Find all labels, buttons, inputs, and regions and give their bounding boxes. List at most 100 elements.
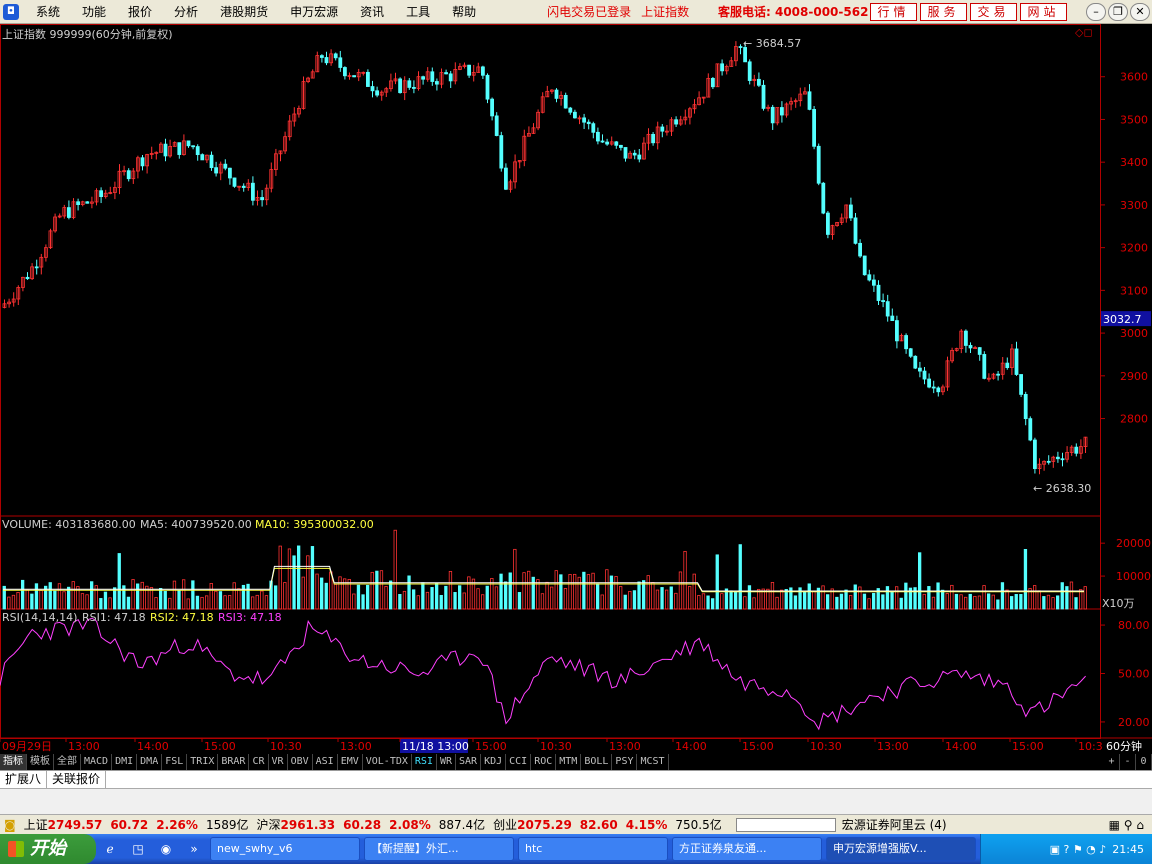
tab-cci[interactable]: CCI [506, 754, 532, 770]
menu-function[interactable]: 功能 [71, 3, 117, 20]
task-founder-securities[interactable]: 方正证券泉友通... [672, 837, 822, 861]
volume-bar [729, 590, 733, 610]
system-tray: ▣ ? ⚑ ◔ ♪ 21:45 [980, 834, 1152, 864]
volume-bar [559, 574, 563, 610]
volume-bar [103, 591, 108, 610]
chart-settings-icon[interactable]: ◇◻ [1075, 26, 1093, 39]
tab-emv[interactable]: EMV [338, 754, 363, 770]
volume-bar [692, 573, 696, 610]
volume-bar [872, 592, 876, 610]
volume-bar [632, 590, 637, 610]
tab-asi[interactable]: ASI [313, 754, 338, 770]
tab-fsl[interactable]: FSL [162, 754, 188, 770]
task-forex-reminder[interactable]: 【新提醒】外汇... [364, 837, 514, 861]
volume-bar [885, 586, 890, 610]
menu-info[interactable]: 资讯 [349, 3, 395, 20]
tab-obv[interactable]: OBV [288, 754, 313, 770]
zoom-out-button[interactable]: - [1120, 754, 1136, 770]
volume-bar [1083, 586, 1087, 610]
menu-system[interactable]: 系统 [25, 3, 71, 20]
tab-sar[interactable]: SAR [456, 754, 482, 770]
candle-body [872, 279, 876, 286]
volume-bar [637, 581, 641, 610]
menu-swhy[interactable]: 申万宏源 [279, 3, 349, 20]
nav-button-trade[interactable]: 交易 [970, 2, 1017, 21]
volume-bar [379, 570, 384, 610]
zoom-in-button[interactable]: + [1104, 754, 1120, 770]
volume-bar [310, 546, 315, 610]
volume-bar [260, 590, 264, 610]
app-logo-icon[interactable]: ◘ [3, 3, 19, 20]
close-icon[interactable]: ✕ [1130, 2, 1150, 21]
tab-mtm[interactable]: MTM [556, 754, 582, 770]
candle-body [485, 74, 490, 100]
volume-bar [678, 571, 683, 610]
tray-icons[interactable]: ▣ ? ⚑ ◔ ♪ [1050, 843, 1107, 856]
menu-quote[interactable]: 报价 [117, 3, 163, 20]
tab-templates[interactable]: 模板 [27, 754, 54, 770]
hs-name[interactable]: 沪深 [256, 816, 280, 833]
zoom-reset-button[interactable]: 0 [1136, 754, 1152, 770]
tab-mcst[interactable]: MCST [637, 754, 669, 770]
candle-body [738, 46, 743, 48]
tab-brar[interactable]: BRAR [218, 754, 250, 770]
task-folder-swhy[interactable]: new_swhy_v6 [210, 837, 360, 861]
candle-body [370, 86, 375, 92]
task-folder-htc[interactable]: htc [518, 837, 668, 861]
tab-indicators[interactable]: 指标 [0, 754, 27, 770]
menu-help[interactable]: 帮助 [441, 3, 487, 20]
menu-analysis[interactable]: 分析 [163, 3, 209, 20]
server-name[interactable]: 宏源证券阿里云 (4) [842, 816, 947, 833]
cy-change: 82.60 [579, 817, 618, 832]
tab-kdj[interactable]: KDJ [481, 754, 507, 770]
nav-button-market[interactable]: 行情 [870, 2, 917, 21]
tab-rsi[interactable]: RSI [412, 754, 437, 770]
tab-vr[interactable]: VR [269, 754, 288, 770]
market-monitor[interactable] [735, 817, 836, 832]
candle-body [816, 145, 821, 184]
tab-macd[interactable]: MACD [81, 754, 113, 770]
tab-all[interactable]: 全部 [54, 754, 81, 770]
candle-body [319, 55, 324, 58]
browser-icon[interactable]: ◉ [154, 839, 178, 859]
quicklaunch-more-icon[interactable]: » [182, 839, 206, 859]
volume-bar [540, 593, 545, 610]
tab-dmi[interactable]: DMI [112, 754, 138, 770]
menu-bar: ◘ 系统 功能 报价 分析 港股期货 申万宏源 资讯 工具 帮助 闪电交易已登录… [0, 0, 1152, 24]
sh-name[interactable]: 上证 [24, 816, 48, 833]
tab-roc[interactable]: ROC [531, 754, 557, 770]
start-button[interactable]: 开始 [0, 834, 96, 864]
volume-bar [140, 581, 144, 610]
candle-body [1005, 362, 1010, 369]
tab-wr[interactable]: WR [437, 754, 457, 770]
related-quotes-button[interactable]: 关联报价 [47, 771, 107, 788]
tab-psy[interactable]: PSY [612, 754, 638, 770]
tab-trix[interactable]: TRIX [187, 754, 219, 770]
volume-bar [655, 589, 660, 610]
menu-hk-futures[interactable]: 港股期货 [209, 3, 279, 20]
volume-bar [480, 594, 485, 610]
tab-boll[interactable]: BOLL [581, 754, 613, 770]
price-tick-label: 3100 [1120, 284, 1148, 297]
price-tick-label: 3000 [1120, 327, 1148, 340]
signal-icon[interactable]: ▦ ⚲ ⌂ [1109, 818, 1144, 832]
tab-dma[interactable]: DMA [137, 754, 163, 770]
expand-button[interactable]: 扩展八 [0, 771, 48, 788]
nav-button-website[interactable]: 网站 [1020, 2, 1067, 21]
kline-chart[interactable]: 3600 3500 3400 3300 3200 3100 3000 2900 2800 ← 36… [0, 24, 1152, 754]
cy-name[interactable]: 创业 [493, 816, 517, 833]
show-desktop-icon[interactable]: ◳ [126, 839, 150, 859]
minimize-icon[interactable]: – [1086, 2, 1106, 21]
chart-area[interactable]: 3600 3500 3400 3300 3200 3100 3000 2900 2800 ← 36… [0, 24, 1152, 754]
volume-bar [931, 596, 936, 610]
ie-icon[interactable]: ℯ [98, 839, 122, 859]
tab-cr[interactable]: CR [249, 754, 269, 770]
volume-bar [113, 587, 117, 610]
task-swhy-app[interactable]: 申万宏源增强版V... [826, 837, 976, 861]
menu-tools[interactable]: 工具 [395, 3, 441, 20]
volume-bar [315, 573, 319, 610]
nav-button-service[interactable]: 服务 [920, 2, 967, 21]
tab-vol-tdx[interactable]: VOL-TDX [363, 754, 412, 770]
volume-bar [126, 596, 131, 610]
restore-icon[interactable]: ❐ [1108, 2, 1128, 21]
